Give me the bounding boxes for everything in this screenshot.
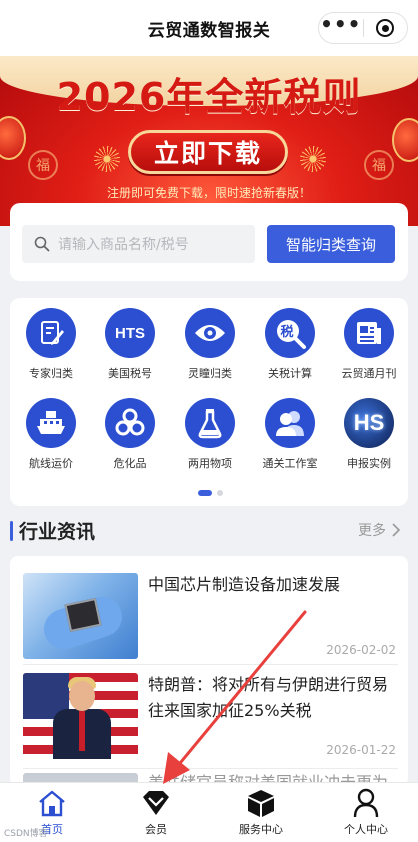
news-title: 中国芯片制造设备加速发展 (148, 575, 341, 594)
flask-icon (185, 398, 235, 448)
tab-profile[interactable]: 个人中心 (314, 783, 418, 842)
tax-char: 税 (280, 325, 294, 340)
mini-program-capsule: ••• (318, 12, 408, 44)
more-dots-icon: ••• (320, 12, 362, 36)
fu-right-icon: 福 (364, 150, 394, 180)
more-link[interactable]: 更多 (358, 520, 400, 540)
news-list: 中国芯片制造设备加速发展 2026-02-02 特朗普：将对所有与伊朗进行贸易往… (10, 556, 408, 786)
lantern-right-icon (392, 118, 418, 162)
news-date: 2026-01-22 (326, 743, 396, 757)
hts-icon: HTS (105, 308, 155, 358)
grid-label: 专家归类 (29, 367, 73, 380)
grid-label: 两用物项 (188, 457, 232, 470)
window-title: 云贸通数智报关 (147, 20, 271, 41)
search-card: 请输入商品名称/税号 智能归类查询 (10, 203, 408, 281)
grid-label: 美国税号 (108, 367, 152, 380)
bottom-tab-bar: 首页 会员 服务中心 个人中心 (0, 782, 418, 842)
box-icon (248, 790, 274, 817)
tab-service-center[interactable]: 服务中心 (209, 783, 313, 842)
hts-text: HTS (115, 324, 145, 342)
search-input[interactable]: 请输入商品名称/税号 (22, 225, 255, 263)
news-item[interactable]: 特朗普：将对所有与伊朗进行贸易往来国家加征25%关税 2026-01-22 (10, 664, 408, 772)
banner-subtitle: 注册即可免费下载，限时速抢新春版！ (106, 186, 311, 200)
tab-vip[interactable]: 会员 (104, 783, 208, 842)
grid-label: 关税计算 (268, 367, 312, 380)
grid-item-shipping-rate[interactable]: 航线运价 (11, 398, 91, 471)
news-thumbnail (23, 673, 138, 759)
grid-item-customs-studio[interactable]: 通关工作室 (250, 398, 330, 471)
person-icon (353, 788, 379, 818)
grid-item-eye-classify[interactable]: 灵瞳归类 (170, 308, 250, 381)
users-icon (265, 398, 315, 448)
tab-label: 会员 (145, 823, 167, 836)
lantern-left-icon (0, 116, 26, 160)
grid-item-dual-use[interactable]: 两用物项 (170, 398, 250, 471)
watermark: CSDN博客 (4, 829, 48, 839)
hs-icon: HS (344, 398, 394, 448)
news-date: 2026-02-02 (326, 643, 396, 657)
grid-label: 申报实例 (347, 457, 391, 470)
title-bar: 云贸通数智报关 ••• (0, 0, 418, 56)
download-button[interactable]: 立即下载 (128, 130, 288, 174)
target-icon (376, 19, 395, 37)
hs-text: HS (353, 410, 385, 435)
magazine-icon (344, 308, 394, 358)
news-section-header: 行业资讯 更多 (10, 515, 408, 547)
ship-icon (26, 398, 76, 448)
fu-left-icon: 福 (28, 150, 58, 180)
grid-item-monthly[interactable]: 云贸通月刊 (329, 308, 409, 381)
page-dot-active (198, 490, 212, 496)
search-icon (34, 236, 50, 252)
tax-magnifier-icon: 税 (265, 308, 315, 358)
grid-label: 危化品 (113, 457, 147, 470)
feature-grid: 专家归类 HTS 美国税号 灵瞳归类 税 关税计算 云贸通月刊 航线运价 危化品… (10, 298, 408, 506)
grid-item-declaration-case[interactable]: HS 申报实例 (329, 398, 409, 471)
smart-classify-button[interactable]: 智能归类查询 (267, 225, 395, 263)
news-thumbnail (23, 573, 138, 659)
tab-label: 服务中心 (239, 823, 283, 836)
grid-label: 云贸通月刊 (341, 367, 397, 380)
pen-document-icon (26, 308, 76, 358)
search-placeholder: 请输入商品名称/税号 (58, 237, 189, 253)
promo-banner[interactable]: 福 福 2026年全新税则 立即下载 注册即可免费下载，限时速抢新春版！ (0, 56, 418, 226)
grid-label: 航线运价 (29, 457, 73, 470)
page-indicator (198, 490, 223, 496)
section-title: 行业资讯 (19, 521, 96, 543)
news-title: 特朗普：将对所有与伊朗进行贸易往来国家加征25%关税 (148, 675, 389, 720)
grid-item-us-tariff[interactable]: HTS 美国税号 (90, 308, 170, 381)
firework-left-icon (92, 144, 122, 174)
more-label: 更多 (358, 523, 386, 539)
grid-item-tax-calc[interactable]: 税 关税计算 (250, 308, 330, 381)
news-item[interactable]: 中国芯片制造设备加速发展 2026-02-02 (10, 556, 408, 664)
grid-item-expert-classify[interactable]: 专家归类 (11, 308, 91, 381)
firework-right-icon (298, 144, 328, 174)
vip-diamond-icon (143, 791, 169, 815)
more-menu-button[interactable]: ••• (319, 13, 363, 43)
chevron-right-icon (392, 523, 400, 537)
banner-title: 2026年全新税则 (56, 75, 362, 119)
grid-item-hazardous[interactable]: 危化品 (90, 398, 170, 471)
eye-icon (185, 308, 235, 358)
close-program-button[interactable] (364, 13, 408, 43)
grid-label: 通关工作室 (262, 457, 318, 470)
tab-label: 个人中心 (344, 823, 388, 836)
biohazard-icon (105, 398, 155, 448)
page-dot (217, 490, 223, 496)
grid-label: 灵瞳归类 (188, 367, 232, 380)
home-icon (39, 790, 65, 817)
